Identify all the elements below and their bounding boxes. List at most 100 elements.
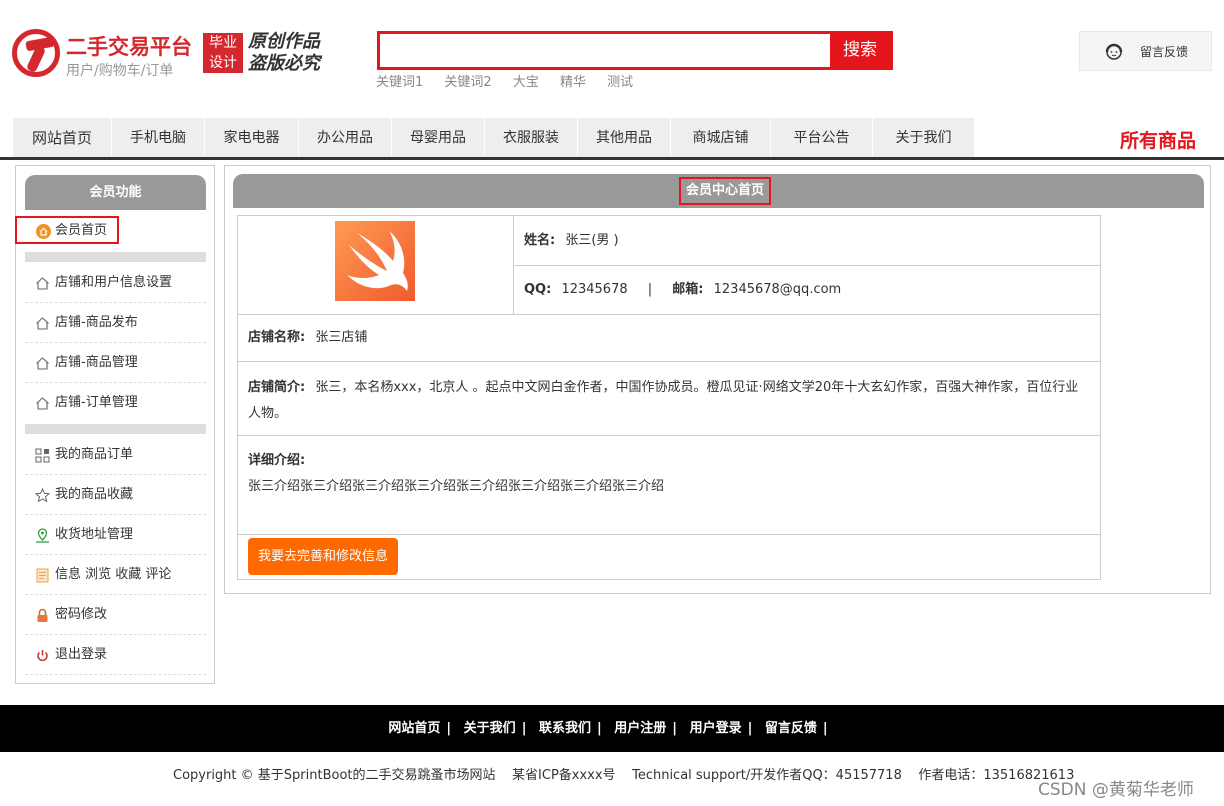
footer-separator: |	[672, 721, 678, 736]
shop-intro-value: 张三，本名杨xxx，北京人 。起点中文网白金作者，中国作协成员。橙瓜见证·网络文…	[248, 380, 1079, 421]
sidebar-item-logout[interactable]: 退出登录	[25, 635, 206, 675]
feedback-button[interactable]: 留言反馈	[1079, 31, 1212, 71]
all-products-link[interactable]: 所有商品	[1120, 126, 1196, 153]
email-label: 邮箱:	[672, 282, 704, 297]
edit-profile-button[interactable]: 我要去完善和修改信息	[248, 538, 398, 575]
sidebar-separator	[25, 424, 206, 434]
sidebar-item-shop-settings[interactable]: 店铺和用户信息设置	[25, 263, 206, 303]
logo-title[interactable]: 二手交易平台	[66, 31, 192, 61]
shop-intro-cell: 店铺简介: 张三，本名杨xxx，北京人 。起点中文网白金作者，中国作协成员。橙瓜…	[238, 362, 1100, 436]
sidebar-item-product-manage[interactable]: 店铺-商品管理	[25, 343, 206, 383]
map-pin-icon	[36, 528, 49, 543]
feedback-label: 留言反馈	[1140, 45, 1189, 59]
detail-label: 详细介绍:	[248, 453, 306, 468]
nav-item-about[interactable]: 关于我们	[873, 118, 974, 158]
search-button[interactable]: 搜索	[830, 34, 890, 67]
sidebar-item-order-manage[interactable]: 店铺-订单管理	[25, 383, 206, 423]
nav-item-notices[interactable]: 平台公告	[771, 118, 873, 158]
email-value: 12345678@qq.com	[713, 282, 842, 297]
nav-item-clothing[interactable]: 衣服服装	[485, 118, 578, 158]
sidebar-item-label: 收货地址管理	[55, 527, 134, 542]
sidebar-item-label: 店铺-商品发布	[55, 315, 138, 330]
footer-bar: 网站首页 | 关于我们 | 联系我们 | 用户注册 | 用户登录 | 留言反馈 |	[0, 705, 1224, 752]
name-label: 姓名:	[524, 233, 556, 248]
avatar	[335, 221, 415, 301]
member-info-table: 姓名: 张三(男 ) QQ: 12345678 | 邮箱: 12345678@q…	[237, 215, 1101, 580]
footer-link-about[interactable]: 关于我们	[464, 721, 516, 736]
footer-link-home[interactable]: 网站首页	[388, 721, 440, 736]
nav-item-phones[interactable]: 手机电脑	[112, 118, 205, 158]
footer-separator: |	[822, 721, 828, 736]
name-value: 张三(男 )	[565, 233, 619, 248]
footer-link-register[interactable]: 用户注册	[614, 721, 666, 736]
power-icon	[37, 650, 48, 662]
swift-logo-icon	[347, 231, 408, 291]
contact-cell: QQ: 12345678 | 邮箱: 12345678@qq.com	[514, 266, 1100, 315]
sidebar-item-password[interactable]: 密码修改	[25, 595, 206, 635]
sidebar-separator	[25, 252, 206, 262]
footer-links: 网站首页 | 关于我们 | 联系我们 | 用户注册 | 用户登录 | 留言反馈 |	[0, 705, 1224, 752]
slogan-line-2: 盗版必究	[248, 53, 320, 74]
sidebar-item-my-orders[interactable]: 我的商品订单	[25, 435, 206, 475]
avatar-cell	[238, 216, 514, 315]
logo-subtitle: 用户/购物车/订单	[66, 63, 174, 79]
keyword-link[interactable]: 测试	[607, 75, 633, 90]
nav-item-appliances[interactable]: 家电电器	[205, 118, 299, 158]
hot-keywords: 关键词1 关键词2 大宝 精华 测试	[376, 71, 650, 90]
home-icon	[36, 357, 49, 370]
headset-icon	[1105, 43, 1123, 60]
qq-label: QQ:	[524, 282, 552, 297]
grid-icon	[35, 448, 50, 463]
home-icon	[36, 317, 49, 330]
page-title: 会员中心首页	[679, 177, 771, 205]
name-cell: 姓名: 张三(男 )	[514, 216, 1100, 266]
sidebar-item-product-publish[interactable]: 店铺-商品发布	[25, 303, 206, 343]
star-icon	[35, 488, 50, 503]
footer-separator: |	[596, 721, 602, 736]
nav-divider	[0, 157, 1224, 160]
main-nav: 网站首页 手机电脑 家电电器 办公用品 母婴用品 衣服服装 其他用品 商城店铺 …	[13, 118, 974, 158]
active-item-highlight	[15, 216, 119, 244]
copyright-text: Copyright © 基于SprintBoot的二手交易跳蚤市场网站 某省IC…	[173, 768, 1075, 783]
nav-item-shops[interactable]: 商城店铺	[671, 118, 771, 158]
logo-icon[interactable]	[12, 29, 60, 77]
sidebar-item-label: 退出登录	[55, 647, 108, 662]
keyword-link[interactable]: 关键词2	[444, 75, 491, 90]
contact-divider: |	[647, 282, 653, 297]
keyword-link[interactable]: 关键词1	[376, 75, 423, 90]
nav-item-baby[interactable]: 母婴用品	[392, 118, 485, 158]
sidebar-item-label: 店铺和用户信息设置	[55, 275, 173, 290]
lock-icon	[37, 608, 48, 622]
qq-value: 12345678	[561, 282, 628, 297]
footer-link-contact[interactable]: 联系我们	[539, 721, 591, 736]
sidebar-item-label: 店铺-订单管理	[55, 395, 138, 410]
search-bar: 搜索	[377, 31, 893, 70]
panel-header: 会员中心首页	[233, 174, 1204, 208]
sidebar-item-label: 信息 浏览 收藏 评论	[55, 567, 172, 582]
original-work-slogan: 原创作品 盗版必究	[248, 31, 320, 75]
footer-link-feedback[interactable]: 留言反馈	[765, 721, 817, 736]
search-input[interactable]	[380, 34, 831, 67]
sidebar-title: 会员功能	[25, 175, 206, 210]
home-icon	[36, 277, 49, 290]
sidebar-item-label: 密码修改	[55, 607, 108, 622]
keyword-link[interactable]: 精华	[560, 75, 586, 90]
nav-item-office[interactable]: 办公用品	[299, 118, 392, 158]
sidebar-item-browse-history[interactable]: 信息 浏览 收藏 评论	[25, 555, 206, 595]
badge-line-1: 毕业	[209, 35, 237, 51]
sidebar-item-address[interactable]: 收货地址管理	[25, 515, 206, 555]
sidebar-item-label: 我的商品订单	[55, 447, 134, 462]
shop-name-value: 张三店铺	[315, 330, 368, 345]
footer-link-login[interactable]: 用户登录	[690, 721, 742, 736]
slogan-line-1: 原创作品	[248, 31, 320, 52]
footer-separator: |	[446, 721, 452, 736]
shop-intro-label: 店铺简介:	[248, 380, 306, 395]
document-icon	[36, 568, 49, 583]
shop-name-label: 店铺名称:	[248, 330, 306, 345]
footer-separator: |	[747, 721, 753, 736]
nav-item-home[interactable]: 网站首页	[13, 118, 112, 158]
sidebar-item-favorites[interactable]: 我的商品收藏	[25, 475, 206, 515]
footer-separator: |	[521, 721, 527, 736]
nav-item-other[interactable]: 其他用品	[578, 118, 671, 158]
keyword-link[interactable]: 大宝	[513, 75, 539, 90]
